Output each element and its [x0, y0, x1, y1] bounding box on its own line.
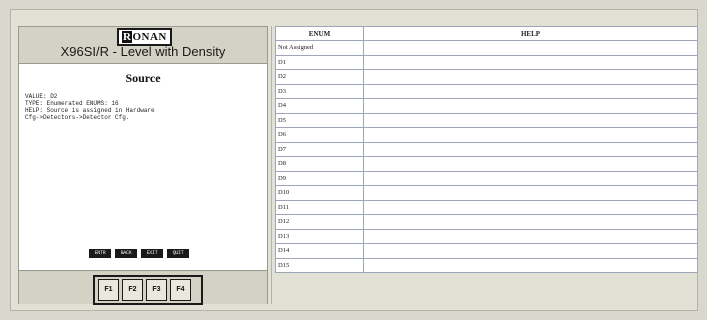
f4-button[interactable]: F4 — [170, 279, 191, 301]
f1-button[interactable]: F1 — [98, 279, 119, 301]
table-row[interactable]: D3 — [275, 83, 698, 99]
enum-cell: Not Assigned — [275, 40, 364, 56]
enum-cell: D15 — [275, 257, 364, 273]
f3-button[interactable]: F3 — [146, 279, 167, 301]
softkey-labels: ENTR BACK EXIT QUIT — [89, 249, 189, 259]
help-cell — [363, 112, 698, 128]
help-cell — [363, 185, 698, 201]
table-row[interactable]: D6 — [275, 127, 698, 143]
softkey-label-exit: EXIT — [141, 249, 163, 258]
enum-cell: D10 — [275, 185, 364, 201]
help-cell — [363, 127, 698, 143]
function-key-group: F1 F2 F3 F4 — [93, 275, 203, 305]
help-cell — [363, 40, 698, 56]
logo-letter: R — [122, 31, 133, 43]
enum-cell: D6 — [275, 127, 364, 143]
help-cell — [363, 243, 698, 259]
enum-table: ENUM HELP Not Assigned D1 D2 D3 D4 D5 D6 D7 D8 D9… — [275, 26, 698, 273]
enum-table-body: Not Assigned D1 D2 D3 D4 D5 D6 D7 D8 D9 D10 D11 D12 D… — [275, 40, 698, 273]
enum-cell: D1 — [275, 54, 364, 70]
table-row[interactable]: D2 — [275, 69, 698, 85]
device-header: RONAN X96SI/R - Level with Density — [19, 27, 267, 64]
table-row[interactable]: D12 — [275, 214, 698, 230]
f2-button[interactable]: F2 — [122, 279, 143, 301]
help-cell — [363, 98, 698, 114]
info-line-help-cont: Cfg->Detectors->Detector Cfg. — [25, 114, 130, 121]
logo-text: ONAN — [132, 31, 167, 43]
help-cell — [363, 83, 698, 99]
softkey-label-enter: ENTR — [89, 249, 111, 258]
enum-cell: D9 — [275, 170, 364, 186]
help-cell — [363, 214, 698, 230]
help-cell — [363, 54, 698, 70]
enum-cell: D7 — [275, 141, 364, 157]
info-line-value: VALUE: D2 — [25, 93, 58, 100]
screen-title: Source — [125, 71, 161, 85]
help-cell — [363, 156, 698, 172]
table-row[interactable]: D13 — [275, 228, 698, 244]
help-cell — [363, 170, 698, 186]
help-cell — [363, 257, 698, 273]
info-line-help: HELP: Source is assigned in Hardware — [25, 107, 155, 114]
help-column-header: HELP — [363, 26, 698, 41]
help-cell — [363, 69, 698, 85]
enum-column-header: ENUM — [275, 26, 364, 41]
softkey-label-quit: QUIT — [167, 249, 189, 258]
table-row[interactable]: D4 — [275, 98, 698, 114]
help-cell — [363, 228, 698, 244]
enum-cell: D14 — [275, 243, 364, 259]
info-line-type: TYPE: Enumerated ENUMS: 16 — [25, 100, 119, 107]
help-cell — [363, 199, 698, 215]
enum-cell: D3 — [275, 83, 364, 99]
table-row[interactable]: D5 — [275, 112, 698, 128]
table-header-row: ENUM HELP — [275, 26, 698, 41]
enum-cell: D13 — [275, 228, 364, 244]
enum-cell: D12 — [275, 214, 364, 230]
table-row[interactable]: D7 — [275, 141, 698, 157]
table-row[interactable]: D14 — [275, 243, 698, 259]
enum-cell: D4 — [275, 98, 364, 114]
enum-cell: D5 — [275, 112, 364, 128]
function-key-bar: F1 F2 F3 F4 — [19, 270, 267, 305]
table-row[interactable]: Not Assigned — [275, 40, 698, 56]
enum-cell: D11 — [275, 199, 364, 215]
table-row[interactable]: D8 — [275, 156, 698, 172]
table-row[interactable]: D11 — [275, 199, 698, 215]
table-row[interactable]: D9 — [275, 170, 698, 186]
enum-cell: D2 — [275, 69, 364, 85]
table-row[interactable]: D1 — [275, 54, 698, 70]
table-row[interactable]: D10 — [275, 185, 698, 201]
enum-cell: D8 — [275, 156, 364, 172]
softkey-label-back: BACK — [115, 249, 137, 258]
device-panel: RONAN X96SI/R - Level with Density Sourc… — [18, 26, 268, 305]
panel-divider — [271, 26, 272, 304]
table-row[interactable]: D15 — [275, 257, 698, 273]
info-text: VALUE: D2 TYPE: Enumerated ENUMS: 16 HELP:… — [25, 93, 261, 121]
device-title: X96SI/R - Level with Density — [60, 44, 226, 59]
help-cell — [363, 141, 698, 157]
